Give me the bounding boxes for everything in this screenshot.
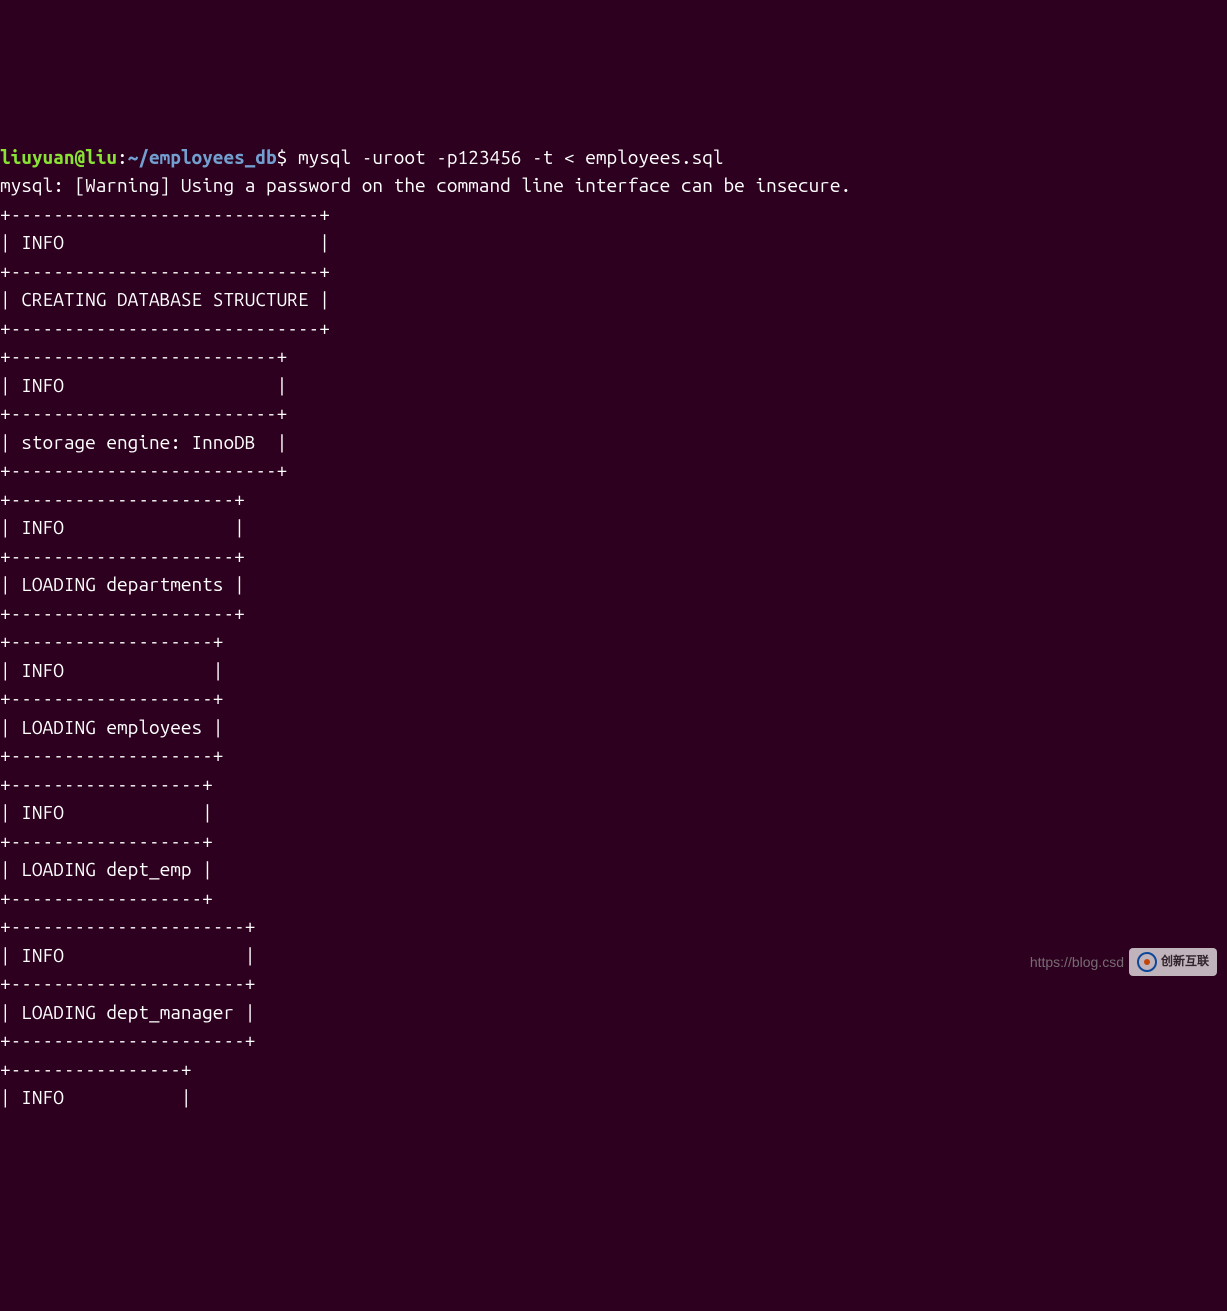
table-header: | INFO | [0,659,223,681]
table-border: +-------------------+ [0,744,223,766]
table-border: +----------------------+ [0,972,255,994]
table-row: | LOADING employees | [0,716,223,738]
table-border: +-----------------------------+ [0,317,330,339]
table-border: +----------------+ [0,1058,192,1080]
watermark: https://blog.csd 创新互联 [1030,948,1217,976]
command-text: mysql -uroot -p123456 -t < employees.sql [298,146,724,168]
table-header: | INFO | [0,1086,192,1108]
table-border: +---------------------+ [0,602,245,624]
table-border: +-------------------------+ [0,402,287,424]
table-border: +-------------------+ [0,687,223,709]
prompt-line: liuyuan@liu:~/employees_db$ mysql -uroot… [0,146,724,168]
table-header: | INFO | [0,231,330,253]
table-border: +------------------+ [0,773,213,795]
watermark-logo-text: 创新互联 [1161,953,1209,971]
prompt-path: ~/employees_db [128,146,277,168]
table-border: +------------------+ [0,830,213,852]
prompt-dollar: $ [277,146,298,168]
table-row: | storage engine: InnoDB | [0,431,287,453]
table-row: | LOADING dept_emp | [0,858,213,880]
prompt-user: liuyuan@liu [0,146,117,168]
table-border: +----------------------+ [0,915,255,937]
table-header: | INFO | [0,944,255,966]
table-border: +-----------------------------+ [0,203,330,225]
table-row: | LOADING departments | [0,573,245,595]
table-border: +-----------------------------+ [0,260,330,282]
table-border: +---------------------+ [0,488,245,510]
table-header: | INFO | [0,374,287,396]
table-row: | CREATING DATABASE STRUCTURE | [0,288,330,310]
watermark-url: https://blog.csd [1030,952,1124,973]
warning-output: mysql: [Warning] Using a password on the… [0,174,851,196]
table-border: +-------------------------+ [0,459,287,481]
prompt-colon: : [117,146,128,168]
table-border: +-------------------+ [0,630,223,652]
table-header: | INFO | [0,801,213,823]
table-border: +----------------------+ [0,1029,255,1051]
watermark-logo-icon [1137,952,1157,972]
watermark-logo: 创新互联 [1129,948,1217,976]
table-header: | INFO | [0,516,245,538]
table-row: | LOADING dept_manager | [0,1001,255,1023]
table-border: +-------------------------+ [0,345,287,367]
table-border: +------------------+ [0,887,213,909]
table-border: +---------------------+ [0,545,245,567]
